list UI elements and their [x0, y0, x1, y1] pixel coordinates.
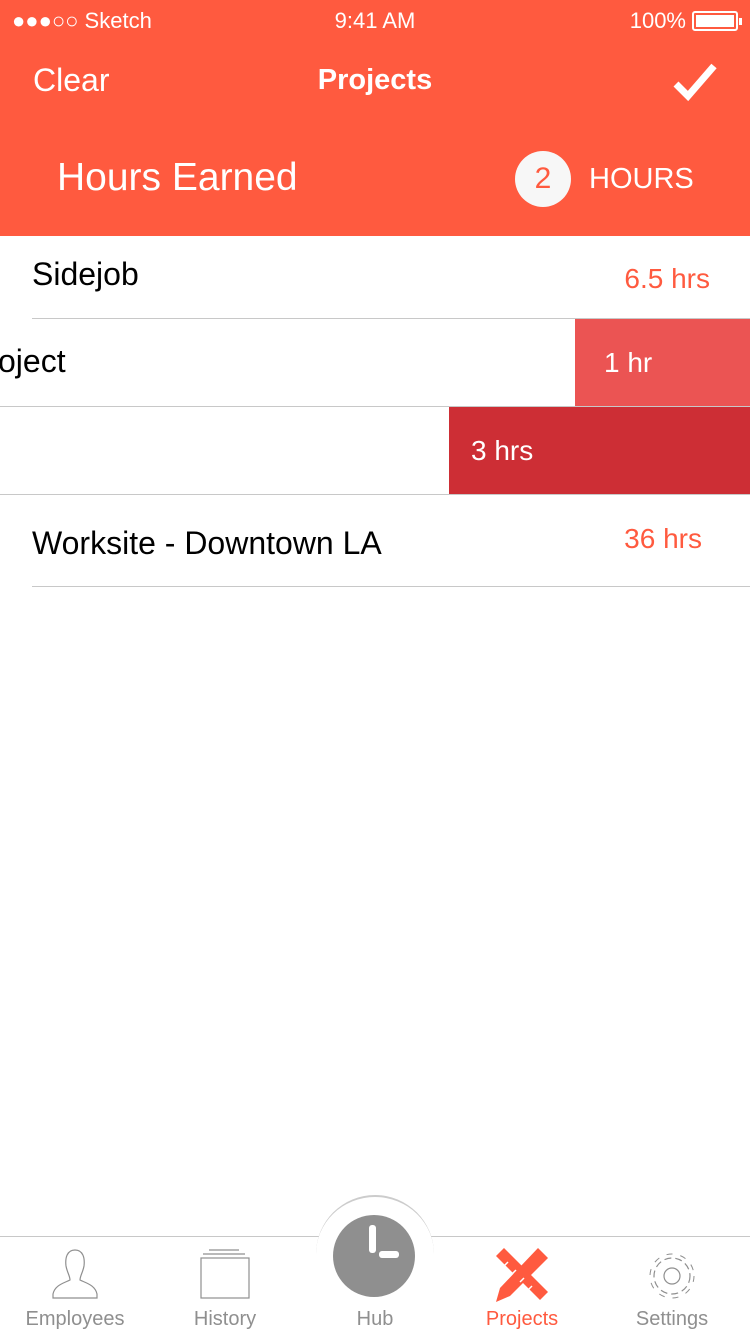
battery-icon [692, 11, 742, 31]
person-icon [52, 1249, 98, 1299]
clock-icon[interactable] [333, 1215, 415, 1297]
swipe-action-3hrs[interactable]: 3 hrs [449, 407, 750, 494]
project-row-swiped[interactable]: 3 hrs [0, 407, 750, 494]
hours-count-badge: 2 [515, 151, 571, 207]
project-row-swiped[interactable]: oject 1 hr [0, 319, 750, 406]
project-row[interactable]: Sidejob 6.5 hrs [0, 236, 750, 318]
status-bar: ●●●○○ Sketch 9:41 AM 100% [0, 0, 750, 40]
battery-percent: 100% [629, 8, 686, 33]
history-stack-icon [200, 1249, 250, 1299]
project-name: oject [0, 343, 66, 379]
project-name: Sidejob [32, 256, 139, 292]
divider [32, 586, 750, 587]
swipe-action-1hr[interactable]: 1 hr [575, 319, 750, 406]
hours-earned-label: Hours Earned [57, 156, 298, 199]
project-name: Worksite - Downtown LA [32, 525, 382, 561]
gear-icon [649, 1253, 695, 1299]
project-row[interactable]: Worksite - Downtown LA 36 hrs [0, 495, 750, 586]
hours-unit: HOURS [589, 163, 694, 195]
ruler-pencil-icon [496, 1248, 548, 1302]
project-hours: 36 hrs [624, 523, 702, 554]
checkmark-icon[interactable] [672, 62, 718, 102]
project-hours: 6.5 hrs [624, 263, 710, 294]
page-title: Projects [317, 64, 433, 96]
header: ●●●○○ Sketch 9:41 AM 100% Clear Projects… [0, 0, 750, 236]
